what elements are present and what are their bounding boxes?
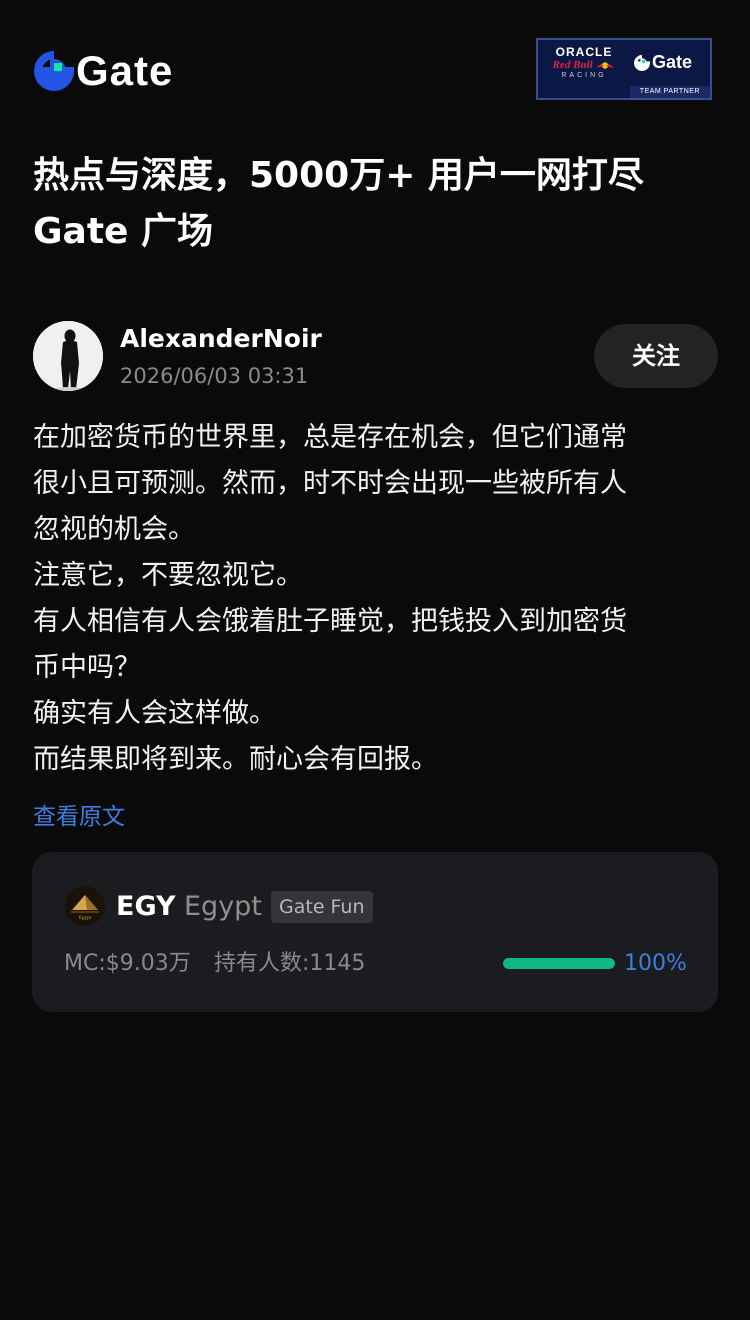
bull-icon (596, 62, 615, 69)
team-partner-label: TEAM PARTNER (629, 86, 710, 98)
gate-logo[interactable]: Gate (34, 48, 173, 94)
holder-count: 持有人数:1145 (214, 951, 366, 976)
avatar-silhouette-icon (33, 321, 103, 391)
post-line: 忽视的机会。 (33, 514, 195, 545)
author-name[interactable]: AlexanderNoir (120, 322, 322, 356)
oracle-text: ORACLE (555, 45, 613, 59)
market-cap: MC:$9.03万 (64, 951, 191, 976)
headline-line-1: 热点与深度，5000万+ 用户一网打尽 (33, 155, 644, 196)
svg-text:Egypt: Egypt (79, 916, 92, 921)
post-line: 确实有人会这样做。 (33, 698, 276, 729)
follow-button[interactable]: 关注 (594, 324, 718, 388)
avatar[interactable] (33, 321, 103, 391)
post-content: 在加密货币的世界里，总是存在机会，但它们通常 很小且可预测。然而，时不时会出现一… (33, 415, 723, 783)
token-symbol: EGY (116, 891, 176, 922)
post-line: 有人相信有人会饿着肚子睡觉，把钱投入到加密货 (33, 606, 627, 637)
post-line: 注意它，不要忽视它。 (33, 560, 303, 591)
token-tag: Gate Fun (271, 891, 373, 923)
header: Gate ORACLE Red Bull RACING Gate TEAM PA… (34, 38, 712, 104)
oracle-redbull-racing-logo: ORACLE Red Bull RACING (546, 46, 622, 81)
redbull-text: Red Bull (546, 59, 622, 71)
post-line: 而结果即将到来。耐心会有回报。 (33, 744, 438, 775)
gate-mini-icon (634, 54, 650, 71)
post-author-row: AlexanderNoir 2026/06/03 03:31 关注 (33, 320, 718, 392)
post-timestamp: 2026/06/03 03:31 (120, 364, 309, 388)
post-line: 币中吗？ (33, 652, 141, 683)
token-card[interactable]: Egypt EGY Egypt Gate Fun MC:$9.03万 持有人数:… (32, 852, 718, 1012)
token-name: Egypt (184, 891, 262, 922)
post-line: 在加密货币的世界里，总是存在机会，但它们通常 (33, 422, 627, 453)
racing-text: RACING (561, 72, 607, 79)
partner-gate-logo: Gate (634, 52, 692, 73)
progress-percent: 100% (624, 951, 687, 976)
partner-badge: ORACLE Red Bull RACING Gate TEAM PARTNER (536, 38, 712, 100)
post-line: 很小且可预测。然而，时不时会出现一些被所有人 (33, 468, 627, 499)
headline-line-2: Gate 广场 (33, 211, 214, 252)
logo-text: Gate (76, 47, 174, 94)
token-icon: Egypt (65, 886, 105, 926)
pyramid-icon: Egypt (65, 886, 105, 926)
progress-bar (503, 958, 615, 969)
gate-logo-icon (34, 51, 74, 91)
page-title: 热点与深度，5000万+ 用户一网打尽 Gate 广场 (33, 148, 723, 260)
view-original-link[interactable]: 查看原文 (33, 800, 125, 834)
progress-fill (503, 958, 615, 969)
